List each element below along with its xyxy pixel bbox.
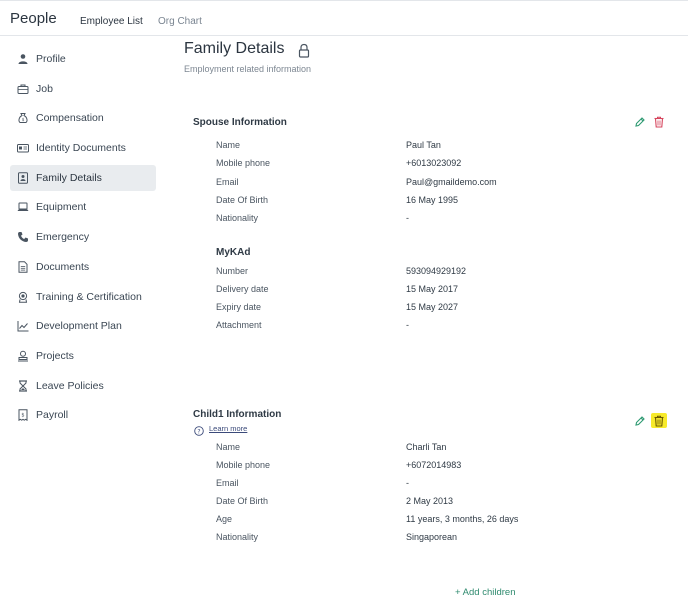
sidebar-item-label: Leave Policies [36,379,104,392]
add-children-button[interactable]: + Add children [455,587,515,598]
sidebar-item-label: Profile [36,53,66,65]
spouse-nationality-label: Nationality [216,213,259,223]
sidebar-item-compensation[interactable]: $ Compensation [10,105,156,131]
spouse-section-title: Spouse Information [193,117,287,128]
spouse-email-label: Email [216,177,239,187]
child1-email-label: Email [216,478,239,488]
award-icon [17,291,29,303]
delete-child1-trash-icon[interactable] [653,414,665,427]
sidebar-item-development-plan[interactable]: Development Plan [10,313,156,339]
lock-icon [297,43,311,58]
child1-section-title: Child1 Information [193,409,282,420]
hourglass-icon [17,379,29,392]
mykad-attachment-value: - [406,320,409,330]
sidebar-item-label: Projects [36,349,74,362]
chart-line-icon [17,320,29,332]
svg-text:$: $ [21,413,24,419]
spouse-dob-label: Date Of Birth [216,195,269,205]
sidebar-item-projects[interactable]: Projects [10,343,156,369]
help-circle-icon: ? [194,423,204,436]
sidebar-item-documents[interactable]: Documents [10,254,156,280]
tab-org-chart[interactable]: Org Chart [158,16,202,27]
sidebar-item-training-certification[interactable]: Training & Certification [10,284,156,310]
top-bar: People Employee List Org Chart [0,0,688,36]
sidebar: Profile Job $ Compensation Identity Docu… [10,46,156,432]
svg-text:?: ? [197,428,200,435]
spouse-mobile-value: +6013023092 [406,158,462,168]
sidebar-item-label: Family Details [36,171,102,184]
sidebar-item-payroll[interactable]: $ Payroll [10,402,156,428]
laptop-icon [17,201,29,213]
money-bag-icon: $ [17,112,29,124]
mykad-delivery-value: 15 May 2017 [406,284,459,294]
family-card-icon [17,172,29,184]
sidebar-item-equipment[interactable]: Equipment [10,194,156,220]
tab-employee-list[interactable]: Employee List [80,16,143,27]
learn-more-link[interactable]: Learn more [209,424,247,433]
mykad-number-value: 593094929192 [406,266,467,276]
mykad-number-label: Number [216,266,249,276]
briefcase-icon [17,83,29,95]
spouse-email-value: Paul@gmaildemo.com [406,177,497,187]
sidebar-item-label: Equipment [36,201,87,214]
child1-dob-value: 2 May 2013 [406,496,454,506]
sidebar-item-job[interactable]: Job [10,76,156,102]
sidebar-item-label: Payroll [36,409,69,422]
page-title: Family Details [184,40,285,57]
child1-age-label: Age [216,514,233,524]
child1-mobile-value: +6072014983 [406,460,462,470]
sidebar-item-label: Compensation [36,112,104,125]
sidebar-item-label: Identity Documents [36,142,126,155]
sidebar-item-label: Training & Certification [36,290,142,303]
spouse-mobile-label: Mobile phone [216,158,271,168]
mykad-subtitle: MyKAd [216,247,251,258]
child1-name-value: Charli Tan [406,442,447,452]
app-title: People [10,10,57,27]
delete-spouse-trash-icon[interactable] [653,115,665,128]
spouse-name-label: Name [216,140,241,150]
sidebar-item-emergency[interactable]: Emergency [10,224,156,250]
receipt-icon: $ [17,409,29,422]
edit-spouse-pencil-icon[interactable] [634,115,646,127]
sidebar-item-label: Emergency [36,231,90,244]
id-card-icon [17,142,29,154]
child1-name-label: Name [216,442,241,452]
mykad-expiry-value: 15 May 2027 [406,302,459,312]
phone-icon [17,231,29,243]
sidebar-item-label: Job [36,82,53,95]
document-icon [17,261,29,273]
project-icon [17,350,29,362]
page-subtitle: Employment related information [184,64,312,74]
sidebar-item-label: Documents [36,260,90,273]
spouse-nationality-value: - [406,213,409,223]
mykad-delivery-label: Delivery date [216,284,269,294]
user-icon [17,53,29,65]
spouse-name-value: Paul Tan [406,140,441,150]
svg-text:$: $ [22,117,25,123]
child1-nationality-label: Nationality [216,532,259,542]
mykad-expiry-label: Expiry date [216,302,262,312]
sidebar-item-leave-policies[interactable]: Leave Policies [10,373,156,399]
sidebar-item-profile[interactable]: Profile [10,46,156,72]
child1-mobile-label: Mobile phone [216,460,271,470]
child1-dob-label: Date Of Birth [216,496,269,506]
child1-email-value: - [406,478,409,488]
mykad-attachment-label: Attachment [216,320,262,330]
child1-nationality-value: Singaporean [406,532,458,542]
sidebar-item-label: Development Plan [36,320,122,333]
sidebar-item-identity-documents[interactable]: Identity Documents [10,135,156,161]
sidebar-item-family-details[interactable]: Family Details [10,164,156,191]
spouse-dob-value: 16 May 1995 [406,195,459,205]
edit-child1-pencil-icon[interactable] [634,414,646,426]
child1-age-value: 11 years, 3 months, 26 days [406,514,519,524]
